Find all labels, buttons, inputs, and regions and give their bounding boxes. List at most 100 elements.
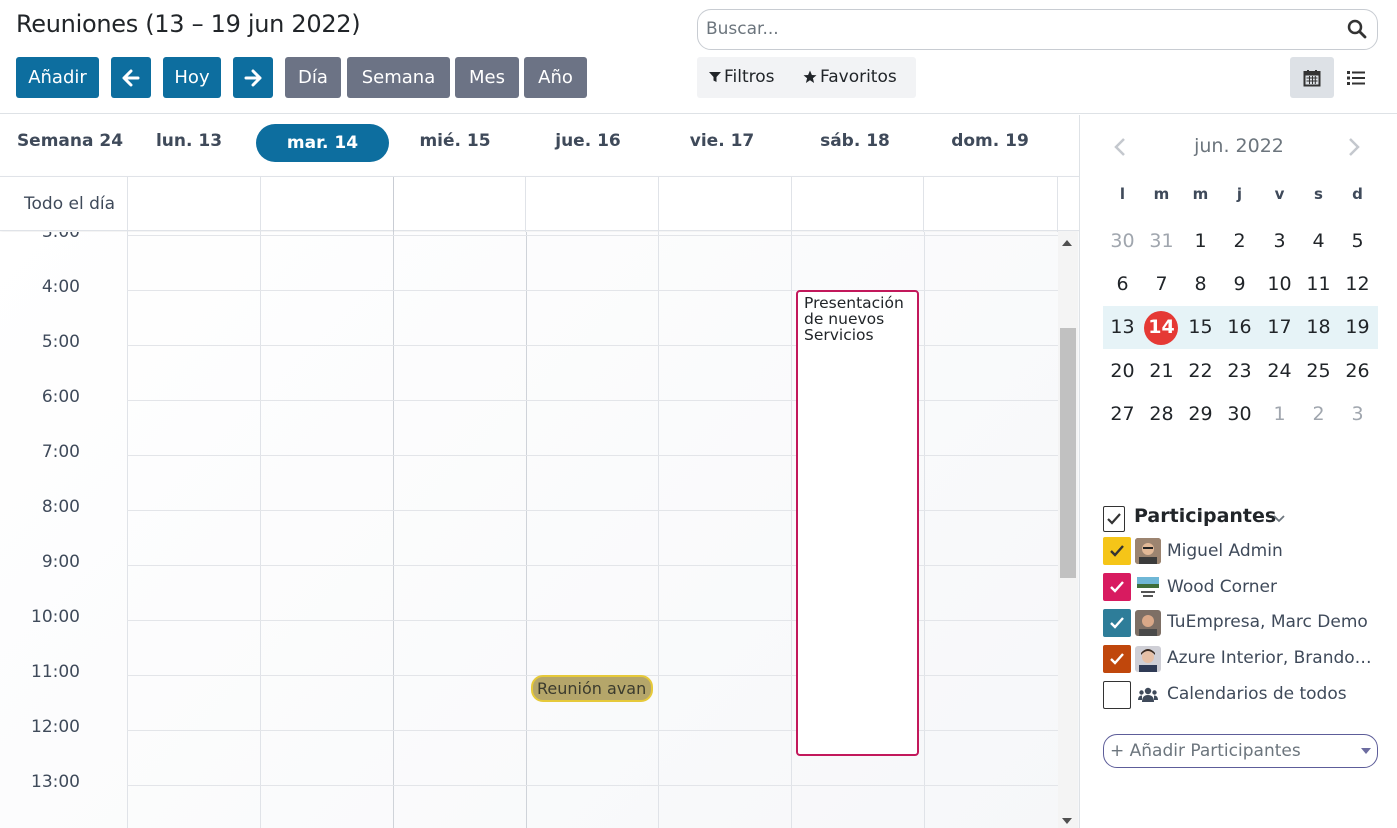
mini-day[interactable]: 5 [1338,230,1377,252]
time-label: 5:00 [41,332,80,352]
mini-day[interactable]: 2 [1299,403,1338,425]
attendee-checkbox[interactable] [1103,537,1131,565]
list-icon [1347,70,1365,85]
list-view-button[interactable] [1334,57,1378,98]
avatar [1135,538,1161,564]
mini-day[interactable]: 16 [1220,316,1259,338]
attendee-name: Miguel Admin [1167,541,1283,561]
mini-day[interactable]: 10 [1260,273,1299,295]
star-icon [803,70,817,83]
scale-day-button[interactable]: Día [285,57,341,98]
all-day-label: Todo el día [24,194,116,214]
previous-button[interactable] [111,57,151,98]
scale-month-button[interactable]: Mes [455,57,519,98]
mini-day[interactable]: 22 [1181,360,1220,382]
day-header-fri[interactable]: vie. 17 [661,131,783,151]
mini-day[interactable]: 13 [1103,316,1142,338]
next-button[interactable] [233,57,273,98]
weekday-label: v [1274,185,1285,203]
time-label: 11:00 [31,662,80,682]
check-icon [1110,545,1124,557]
scale-week-button[interactable]: Semana [347,57,450,98]
control-panel: Reuniones (13 – 19 jun 2022) Añadir Hoy … [0,0,1397,114]
column-divider [924,232,925,828]
mini-day-today[interactable]: 14 [1142,316,1181,338]
mini-day[interactable]: 25 [1299,360,1338,382]
time-grid[interactable]: 3:00 4:00 5:00 6:00 7:00 8:00 9:00 10:00… [0,232,1079,828]
favorites-label: Favoritos [820,67,897,87]
avatar [1135,646,1161,672]
everybody-checkbox[interactable] [1103,681,1131,709]
weekday-label: d [1352,185,1363,203]
attendee-checkbox[interactable] [1103,645,1131,673]
mini-day[interactable]: 3 [1260,230,1299,252]
weekday-label: l [1119,185,1126,203]
mini-day[interactable]: 29 [1181,403,1220,425]
attendee-checkbox[interactable] [1103,609,1131,637]
column-divider [393,177,394,232]
mini-day[interactable]: 27 [1103,403,1142,425]
add-attendees-placeholder: + Añadir Participantes [1110,741,1301,761]
mini-day[interactable]: 12 [1338,273,1377,295]
mini-day[interactable]: 2 [1220,230,1259,252]
mini-day[interactable]: 8 [1181,273,1220,295]
search-input[interactable] [706,19,1306,39]
today-button[interactable]: Hoy [163,57,221,98]
chevron-down-icon[interactable] [1273,515,1285,523]
mini-day[interactable]: 1 [1260,403,1299,425]
mini-day[interactable]: 3 [1338,403,1377,425]
attendee-checkbox[interactable] [1103,573,1131,601]
weekday-label: m [1153,185,1170,203]
calendar-event[interactable]: Reunión avan [531,675,653,702]
mini-day[interactable]: 21 [1142,360,1181,382]
mini-day[interactable]: 31 [1142,230,1181,252]
select-all-checkbox[interactable] [1103,506,1125,532]
mini-day[interactable]: 30 [1103,230,1142,252]
add-button[interactable]: Añadir [16,57,99,98]
column-divider [393,232,394,828]
scroll-up-icon[interactable] [1062,240,1072,246]
calendar-view-button[interactable] [1290,57,1334,98]
day-header-thu[interactable]: jue. 16 [527,131,649,151]
mini-day[interactable]: 15 [1181,316,1220,338]
mini-day[interactable]: 20 [1103,360,1142,382]
day-header-row: Semana 24 lun. 13 mar. 14 mié. 15 jue. 1… [0,115,1079,176]
weekday-label: s [1314,185,1323,203]
mini-day[interactable]: 30 [1220,403,1259,425]
mini-day[interactable]: 23 [1220,360,1259,382]
scale-year-button[interactable]: Año [524,57,587,98]
day-header-sun[interactable]: dom. 19 [929,131,1051,151]
scroll-down-icon[interactable] [1062,818,1072,824]
day-header-wed[interactable]: mié. 15 [394,131,516,151]
mini-day[interactable]: 19 [1338,316,1377,338]
arrow-left-icon [122,69,140,86]
mini-day[interactable]: 6 [1103,273,1142,295]
day-header-tue[interactable]: mar. 14 [256,124,389,162]
calendar-event[interactable]: Presentación de nuevos Servicios [796,290,919,756]
mini-day[interactable]: 26 [1338,360,1377,382]
mini-day[interactable]: 28 [1142,403,1181,425]
add-attendees-input[interactable]: + Añadir Participantes [1103,734,1378,768]
search-bar [697,9,1378,50]
chevron-right-icon[interactable] [1347,137,1361,157]
caret-down-icon[interactable] [1361,748,1371,754]
arrow-right-icon [244,69,262,86]
mini-day[interactable]: 17 [1260,316,1299,338]
day-header-mon[interactable]: lun. 13 [128,131,250,151]
mini-day[interactable]: 1 [1181,230,1220,252]
filters-button[interactable]: Filtros [709,67,775,87]
mini-day[interactable]: 11 [1299,273,1338,295]
mini-day[interactable]: 7 [1142,273,1181,295]
mini-day[interactable]: 4 [1299,230,1338,252]
day-header-sat[interactable]: sáb. 18 [794,131,916,151]
favorites-button[interactable]: Favoritos [803,67,897,87]
mini-day[interactable]: 9 [1220,273,1259,295]
scrollbar-thumb[interactable] [1060,328,1076,578]
attendees-title[interactable]: Participantes [1134,505,1276,527]
search-icon[interactable] [1347,19,1367,39]
time-label: 8:00 [41,497,80,517]
column-divider [260,177,261,232]
mini-day[interactable]: 24 [1260,360,1299,382]
all-day-row[interactable]: Todo el día [0,176,1079,232]
mini-day[interactable]: 18 [1299,316,1338,338]
